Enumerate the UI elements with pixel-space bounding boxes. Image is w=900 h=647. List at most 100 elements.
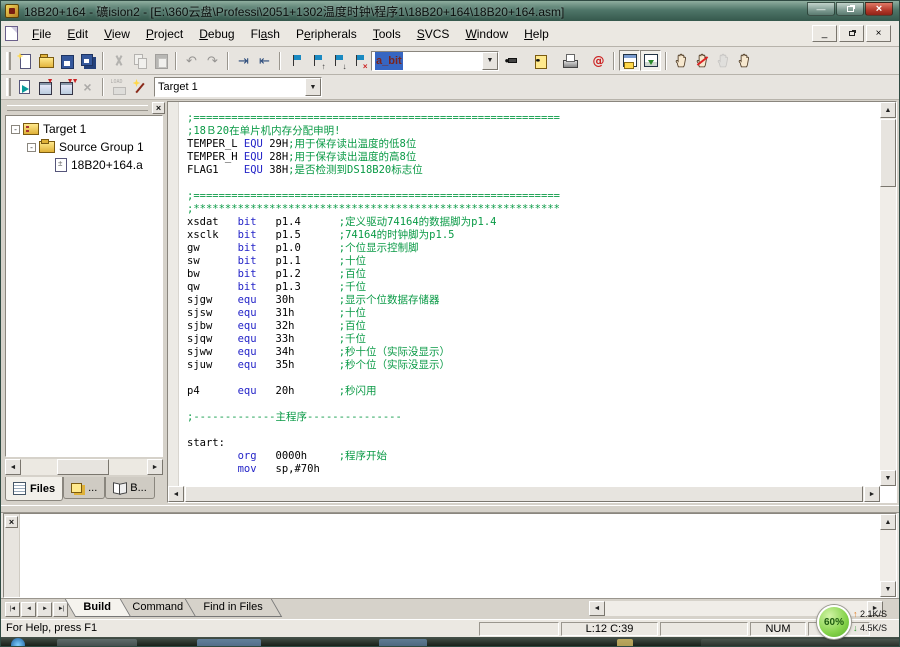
- output-nav-prev-button[interactable]: ◄: [21, 602, 36, 617]
- window-restore-button[interactable]: [836, 2, 864, 16]
- combo-dropdown-button[interactable]: [482, 52, 498, 70]
- save-all-button[interactable]: [77, 50, 98, 71]
- output-nav-first-button[interactable]: |◄: [5, 602, 20, 617]
- taskbar-button[interactable]: [379, 639, 427, 647]
- undo-button[interactable]: [181, 50, 202, 71]
- output-window-button[interactable]: [640, 50, 661, 71]
- new-file-button[interactable]: [14, 50, 35, 71]
- print-button[interactable]: [559, 50, 580, 71]
- editor-vertical-scrollbar[interactable]: ▲ ▼: [880, 102, 896, 486]
- scroll-left-button[interactable]: ◄: [168, 486, 184, 502]
- disable-breakpoints-button[interactable]: [734, 50, 755, 71]
- scroll-up-button[interactable]: ▲: [880, 102, 896, 118]
- outdent-button[interactable]: [254, 50, 275, 71]
- menu-help[interactable]: Help: [516, 24, 557, 44]
- editor-horizontal-scrollbar[interactable]: ◄ ►: [168, 486, 880, 502]
- title-bar[interactable]: 18B20+164 - 礦ision2 - [E:\360云盘\Professi…: [1, 1, 899, 21]
- tree-expander[interactable]: -: [27, 143, 36, 152]
- find-in-files-button[interactable]: [530, 50, 551, 71]
- redo-button[interactable]: [202, 50, 223, 71]
- menu-peripherals[interactable]: Peripherals: [288, 24, 365, 44]
- prev-bookmark-button[interactable]: [306, 50, 327, 71]
- scroll-right-button[interactable]: ►: [147, 459, 163, 475]
- mdi-minimize-button[interactable]: _: [812, 25, 837, 42]
- output-vertical-scrollbar[interactable]: ▲ ▼: [880, 514, 896, 597]
- scroll-right-button[interactable]: ►: [864, 486, 880, 502]
- output-nav-last-button[interactable]: ►|: [53, 602, 68, 617]
- translate-file-button[interactable]: [14, 77, 35, 98]
- editor-selection-margin[interactable]: [168, 102, 179, 486]
- document-icon[interactable]: [5, 26, 18, 41]
- rebuild-all-button[interactable]: [56, 77, 77, 98]
- tab-b[interactable]: B...: [105, 477, 155, 499]
- menu-tools[interactable]: Tools: [365, 24, 409, 44]
- taskbar-icons[interactable]: [57, 639, 137, 647]
- indent-button[interactable]: [233, 50, 254, 71]
- source-browser-button[interactable]: [588, 50, 609, 71]
- cut-button[interactable]: [108, 50, 129, 71]
- download-button[interactable]: [108, 77, 129, 98]
- taskbar-folder-icon[interactable]: [617, 639, 633, 647]
- mdi-restore-button[interactable]: [839, 25, 864, 42]
- output-tab-build[interactable]: Build: [65, 599, 131, 617]
- output-tab-find-in-files[interactable]: Find in Files: [185, 599, 283, 617]
- tree-item-18b20-164-a[interactable]: 18B20+164.a: [6, 156, 162, 174]
- tree-item-source-group-1[interactable]: -Source Group 1: [6, 138, 162, 156]
- kill-breakpoints-button[interactable]: [692, 50, 713, 71]
- target-select-combobox[interactable]: Target 1: [154, 77, 322, 97]
- stop-build-button[interactable]: [77, 77, 98, 98]
- tab-item[interactable]: ...: [63, 477, 105, 499]
- scroll-up-button[interactable]: ▲: [880, 514, 896, 530]
- output-window[interactable]: × ▲ ▼: [3, 513, 897, 598]
- code-area[interactable]: ;=======================================…: [180, 102, 879, 486]
- project-horizontal-scrollbar[interactable]: ◄ ►: [5, 459, 163, 475]
- scroll-down-button[interactable]: ▼: [880, 470, 896, 486]
- copy-button[interactable]: [129, 50, 150, 71]
- scroll-down-button[interactable]: ▼: [880, 581, 896, 597]
- taskbar-button[interactable]: [197, 639, 261, 647]
- scroll-left-button[interactable]: ◄: [5, 459, 21, 475]
- enable-breakpoint-button[interactable]: [713, 50, 734, 71]
- toggle-breakpoint-button[interactable]: [671, 50, 692, 71]
- tree-expander[interactable]: -: [11, 125, 20, 134]
- scroll-thumb[interactable]: [880, 119, 896, 187]
- project-window-button[interactable]: [619, 50, 640, 71]
- window-close-button[interactable]: ×: [865, 2, 893, 16]
- output-nav-next-button[interactable]: ►: [37, 602, 52, 617]
- toolbar-gripper[interactable]: [6, 78, 11, 96]
- window-minimize-button[interactable]: —: [807, 2, 835, 16]
- find-button[interactable]: [501, 50, 522, 71]
- menu-svcs[interactable]: SVCS: [409, 24, 458, 44]
- menu-project[interactable]: Project: [138, 24, 191, 44]
- scroll-thumb[interactable]: [185, 486, 863, 502]
- toolbar-gripper[interactable]: [6, 52, 11, 70]
- build-target-button[interactable]: [35, 77, 56, 98]
- menu-edit[interactable]: Edit: [59, 24, 96, 44]
- options-target-button[interactable]: [129, 77, 150, 98]
- project-panel-header[interactable]: ×: [3, 101, 165, 115]
- find-text-combobox[interactable]: a_bit: [371, 51, 499, 71]
- open-file-button[interactable]: [35, 50, 56, 71]
- paste-button[interactable]: [150, 50, 171, 71]
- combo-dropdown-button[interactable]: [305, 78, 321, 96]
- menu-window[interactable]: Window: [457, 24, 516, 44]
- menu-flash[interactable]: Flash: [243, 24, 288, 44]
- mdi-close-button[interactable]: ×: [866, 25, 891, 42]
- menu-file[interactable]: File: [24, 24, 59, 44]
- scroll-left-button[interactable]: ◄: [589, 601, 605, 616]
- menu-debug[interactable]: Debug: [191, 24, 242, 44]
- horizontal-splitter[interactable]: [1, 505, 899, 513]
- start-orb[interactable]: [11, 638, 25, 647]
- windows-taskbar[interactable]: [1, 637, 899, 647]
- next-bookmark-button[interactable]: [327, 50, 348, 71]
- output-close-button[interactable]: ×: [5, 516, 18, 528]
- tab-files[interactable]: Files: [5, 477, 63, 501]
- toggle-bookmark-button[interactable]: [285, 50, 306, 71]
- save-file-button[interactable]: [56, 50, 77, 71]
- menu-view[interactable]: View: [96, 24, 138, 44]
- clear-bookmarks-button[interactable]: [348, 50, 369, 71]
- scroll-thumb[interactable]: [57, 459, 109, 475]
- find-text-input[interactable]: a_bit: [372, 52, 482, 70]
- net-monitor-ball[interactable]: 60%: [817, 605, 851, 639]
- project-panel-close-button[interactable]: ×: [152, 102, 165, 114]
